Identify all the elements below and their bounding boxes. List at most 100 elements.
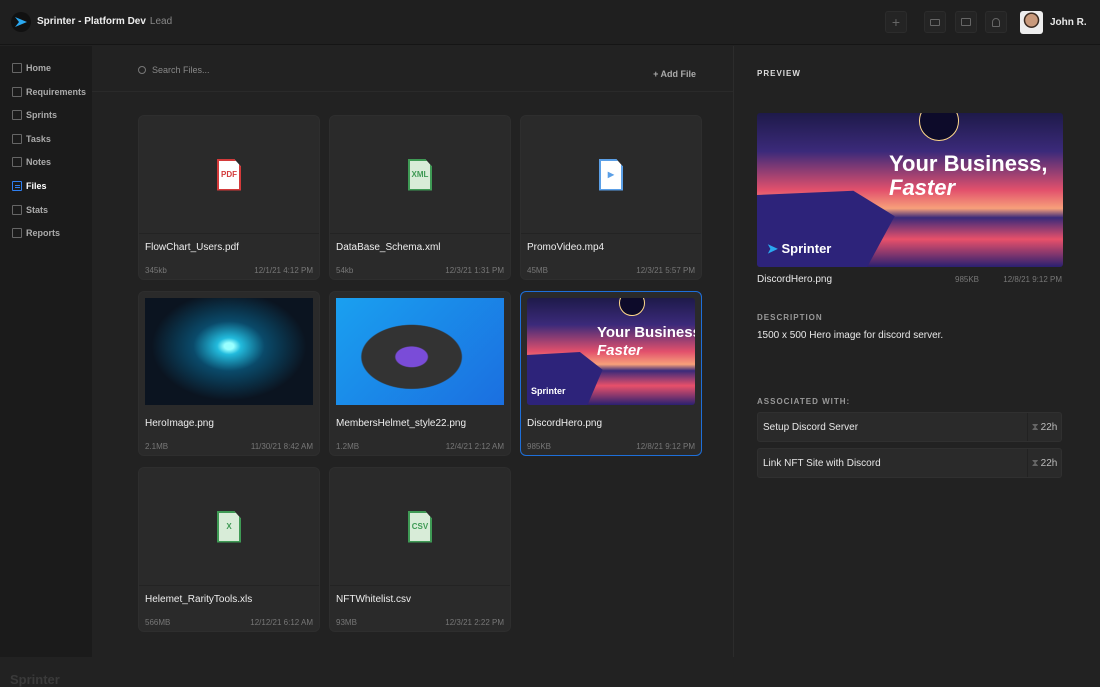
file-size: 2.1MB — [145, 442, 169, 451]
file-name: MembersHelmet_style22.png — [336, 418, 467, 429]
file-name: DataBase_Schema.xml — [336, 242, 441, 253]
top-bar: Sprinter - Platform Dev Lead + John R. — [0, 0, 1100, 45]
sidebar-item-home[interactable]: Home — [12, 63, 51, 73]
image-brand: Sprinter — [531, 386, 566, 396]
description-text: 1500 x 500 Hero image for discord server… — [757, 330, 944, 341]
user-name[interactable]: John R. — [1050, 17, 1087, 28]
file-size: 45MB — [527, 266, 548, 275]
file-name: NFTWhitelist.csv — [336, 594, 411, 605]
associated-task[interactable]: Link NFT Site with Discord ⧗ 22h — [757, 448, 1062, 478]
file-card[interactable]: MembersHelmet_style22.png 1.2MB 12/4/21 2:… — [329, 291, 511, 456]
note-icon — [12, 157, 22, 168]
sidebar-item-requirements[interactable]: Requirements — [12, 86, 86, 97]
file-date: 11/30/21 8:42 AM — [250, 442, 313, 451]
sidebar-item-label: Home — [26, 63, 52, 73]
image-text-line2: Faster — [597, 342, 643, 359]
file-size: 345kb — [145, 266, 167, 275]
file-size: 985KB — [527, 442, 552, 451]
file-date: 12/12/21 6:12 AM — [250, 618, 313, 627]
file-date: 12/8/21 9:12 PM — [636, 442, 695, 451]
sidebar-item-label: Reports — [26, 228, 61, 239]
sidebar-footer-logo: Sprinter — [10, 672, 60, 687]
file-name: HeroImage.png — [145, 418, 214, 429]
file-name: Helemet_RarityTools.xls — [145, 594, 253, 605]
file-size: 566MB — [145, 618, 171, 627]
associated-task[interactable]: Setup Discord Server ⧗ 22h — [757, 412, 1062, 442]
file-thumbnail: XML — [330, 116, 510, 234]
sidebar-item-label: Sprints — [26, 110, 58, 121]
file-size: 54kb — [336, 266, 354, 275]
file-thumbnail — [336, 298, 504, 405]
file-card[interactable]: PDF FlowChart_Users.pdf 345kb 12/1/21 4:12 … — [138, 115, 320, 280]
file-card[interactable]: Your Business, Faster Sprinter DiscordHero.… — [520, 291, 702, 456]
chat-button[interactable] — [955, 11, 977, 33]
file-card[interactable]: XML DataBase_Schema.xml 54kb 12/3/21 1:31 P… — [329, 115, 511, 280]
chat-icon — [961, 18, 971, 26]
file-thumbnail — [145, 298, 313, 405]
file-date: 12/3/21 2:22 PM — [445, 618, 504, 627]
image-text-line1: Your Business, — [889, 151, 1048, 176]
plus-icon: + — [891, 14, 901, 30]
avatar[interactable] — [1020, 11, 1043, 34]
preview-file-date: 12/8/21 9:12 PM — [1003, 275, 1062, 284]
sidebar: Sprinter Home Requirements Sprints Tasks Not… — [0, 46, 92, 687]
file-card[interactable]: CSV NFTWhitelist.csv 93MB 12/3/21 2:22 PM — [329, 467, 511, 632]
search-row: Search Files... + Add File — [92, 55, 733, 92]
sidebar-item-label: Stats — [26, 204, 49, 215]
search-input[interactable]: Search Files... — [138, 65, 210, 75]
file-name: PromoVideo.mp4 — [527, 242, 605, 253]
preview-file-size: 985KB — [955, 275, 980, 284]
report-icon — [12, 228, 22, 239]
task-title: Setup Discord Server — [763, 422, 859, 433]
preview-heading: PREVIEW — [757, 69, 801, 78]
sidebar-item-label: Notes — [26, 157, 52, 168]
hourglass-icon: ⧗ — [1031, 421, 1039, 433]
file-name: DiscordHero.png — [527, 418, 603, 429]
project-name: Sprinter - Platform Dev — [37, 16, 146, 27]
file-size: 93MB — [336, 618, 357, 627]
associated-label: ASSOCIATED WITH: — [757, 397, 851, 406]
file-card[interactable]: ▶ PromoVideo.mp4 45MB 12/3/21 5:57 PM — [520, 115, 702, 280]
preview-image[interactable]: Your Business, Faster ➤ Sprinter — [757, 113, 1063, 267]
file-thumbnail: ▶ — [521, 116, 701, 234]
x-file-icon: X — [217, 510, 241, 543]
file-card[interactable]: X Helemet_RarityTools.xls 566MB 12/12/21 6:… — [138, 467, 320, 632]
sidebar-item-sprints[interactable]: Sprints — [12, 110, 58, 121]
pdf-file-icon: PDF — [217, 158, 241, 191]
search-icon — [138, 66, 146, 74]
stopwatch-icon — [12, 110, 22, 121]
sidebar-item-notes[interactable]: Notes — [12, 157, 52, 168]
requirements-icon — [12, 86, 22, 97]
image-text-line1: Your Business, — [597, 324, 695, 341]
file-card[interactable]: HeroImage.png 2.1MB 11/30/21 8:42 AM — [138, 291, 320, 456]
video-call-button[interactable] — [924, 11, 946, 33]
sidebar-item-stats[interactable]: Stats — [12, 204, 49, 215]
sprinter-logo-icon — [11, 12, 31, 32]
bell-icon — [992, 17, 1000, 27]
image-brand: Sprinter — [781, 241, 832, 256]
xml-file-icon: XML — [408, 158, 432, 191]
search-placeholder: Search Files... — [152, 65, 210, 75]
video-icon — [930, 18, 940, 26]
file-date: 12/4/21 2:12 AM — [445, 442, 504, 451]
csv-file-icon: CSV — [408, 510, 432, 543]
file-thumbnail: PDF — [139, 116, 319, 234]
notifications-button[interactable] — [985, 11, 1007, 33]
add-button[interactable]: + — [885, 11, 907, 33]
file-thumbnail: CSV — [330, 468, 510, 586]
preview-file-name: DiscordHero.png — [757, 274, 833, 285]
file-thumbnail: Your Business, Faster Sprinter — [527, 298, 695, 405]
file-thumbnail: X — [139, 468, 319, 586]
project-title[interactable]: Sprinter - Platform Dev Lead — [37, 16, 172, 27]
add-file-button[interactable]: + Add File — [653, 69, 696, 79]
file-date: 12/1/21 4:12 PM — [254, 266, 313, 275]
home-icon — [12, 63, 22, 73]
sidebar-item-reports[interactable]: Reports — [12, 228, 61, 239]
sidebar-item-files[interactable]: Files — [12, 181, 47, 191]
files-icon — [12, 181, 22, 191]
sidebar-item-tasks[interactable]: Tasks — [12, 133, 51, 144]
preview-panel: PREVIEW Your Business, Faster ➤ Sprinter… — [733, 46, 1100, 657]
video-file-icon: ▶ — [599, 158, 623, 191]
hourglass-icon: ⧗ — [1031, 457, 1039, 469]
file-size: 1.2MB — [336, 442, 360, 451]
